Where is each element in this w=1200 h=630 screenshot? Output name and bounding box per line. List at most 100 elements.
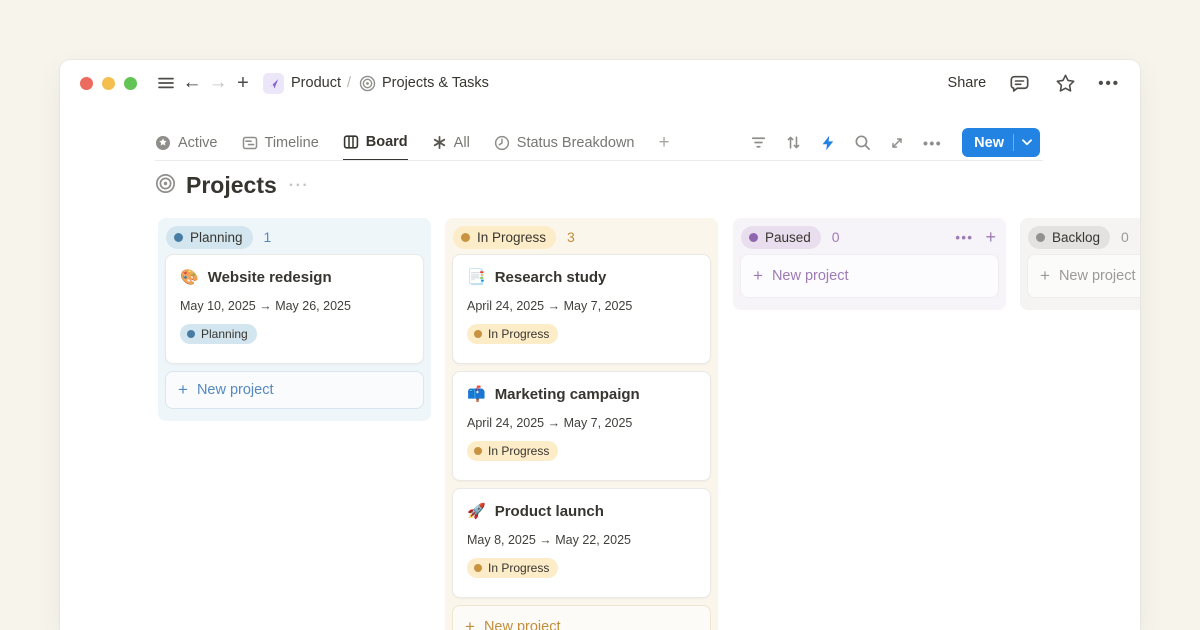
breadcrumb-page[interactable]: Projects & Tasks [382,75,489,91]
window-controls [80,77,137,90]
target-icon [155,173,176,199]
project-card[interactable]: 📑 Research study April 24, 2025 → May 7,… [452,254,711,364]
project-card[interactable]: 🎨 Website redesign May 10, 2025 → May 26… [165,254,424,364]
column-count: 0 [1121,229,1129,245]
status-dot [174,233,183,242]
tab-all[interactable]: All [432,124,470,161]
topbar-actions: Share ••• [948,70,1120,96]
card-title: Marketing campaign [495,386,640,403]
status-label: In Progress [488,561,549,575]
status-dot [474,447,482,455]
view-toolbar: ••• New [750,124,1040,161]
minimize-window-button[interactable] [102,77,115,90]
status-badge: Backlog [1028,226,1110,249]
kanban-board: Planning 1 🎨 Website redesign May 10, 20… [158,218,1140,630]
clock-icon [494,135,510,151]
mailbox-emoji-icon: 📫 [467,385,486,403]
chevron-down-icon[interactable] [1014,139,1040,146]
star-circle-icon [155,135,171,151]
tab-label: All [454,135,470,151]
new-project-label: New project [772,268,849,284]
new-project-button[interactable]: + New project [165,371,424,409]
column-planning: Planning 1 🎨 Website redesign May 10, 20… [158,218,431,421]
tab-active[interactable]: Active [155,124,218,161]
target-icon [359,75,376,92]
column-more-icon[interactable]: ••• [955,230,973,245]
new-project-label: New project [1059,268,1136,284]
back-button[interactable]: ← [179,72,205,94]
status-label: In Progress [488,327,549,341]
top-bar: ← → + Product / Projects & Tasks Share •… [60,60,1140,106]
tab-board[interactable]: Board [343,124,408,161]
expand-icon[interactable] [889,135,905,151]
status-dot [461,233,470,242]
automation-bolt-icon[interactable] [820,135,836,151]
status-label: In Progress [477,230,546,245]
column-header[interactable]: Paused 0 ••• + [733,218,1006,254]
project-card[interactable]: 📫 Marketing campaign April 24, 2025 → Ma… [452,371,711,481]
title-more-icon[interactable]: ··· [289,177,309,195]
new-project-button[interactable]: + New project [452,605,711,630]
share-button[interactable]: Share [948,75,987,91]
column-count: 1 [264,229,272,245]
filter-icon[interactable] [750,134,767,151]
card-title: Product launch [495,503,604,520]
column-add-icon[interactable]: + [985,227,996,248]
sidebar-toggle-icon[interactable] [153,70,179,96]
status-label: In Progress [488,444,549,458]
plus-icon: + [1040,266,1050,286]
status-dot [1036,233,1045,242]
more-options-icon[interactable]: ••• [1098,75,1120,92]
sort-icon[interactable] [785,134,802,151]
status-badge: Paused [741,226,821,249]
tab-label: Status Breakdown [517,135,635,151]
database-title-row: Projects ··· [155,172,309,199]
new-project-button[interactable]: + New project [1027,254,1140,298]
search-icon[interactable] [854,134,871,151]
page-title: Projects [186,172,277,199]
bookmark-tabs-emoji-icon: 📑 [467,268,486,286]
view-options-icon[interactable]: ••• [923,135,942,151]
column-in-progress: In Progress 3 📑 Research study April 24,… [445,218,718,630]
view-tabs: Active Timeline Board All Status Breakdo… [155,124,670,161]
tab-label: Active [178,135,218,151]
card-title: Website redesign [208,269,332,286]
board-icon [343,134,359,150]
status-badge: In Progress [467,558,558,578]
new-button[interactable]: New [962,128,1040,157]
card-title: Research study [495,269,607,286]
new-project-label: New project [484,619,561,630]
rocket-emoji-icon: 🚀 [467,502,486,520]
column-header[interactable]: Planning 1 [158,218,431,254]
card-dates: May 8, 2025 → May 22, 2025 [467,533,696,547]
product-workspace-icon [263,73,284,94]
status-dot [749,233,758,242]
comments-icon[interactable] [1006,70,1032,96]
timeline-icon [242,135,258,151]
add-view-button[interactable]: + [658,132,669,154]
close-window-button[interactable] [80,77,93,90]
tab-label: Timeline [265,135,319,151]
palette-emoji-icon: 🎨 [180,268,199,286]
project-card[interactable]: 🚀 Product launch May 8, 2025 → May 22, 2… [452,488,711,598]
zoom-window-button[interactable] [124,77,137,90]
breadcrumb-workspace[interactable]: Product [291,75,341,91]
new-project-button[interactable]: + New project [740,254,999,298]
new-project-label: New project [197,382,274,398]
column-header[interactable]: In Progress 3 [445,218,718,254]
column-header[interactable]: Backlog 0 [1020,218,1140,254]
status-dot [474,564,482,572]
new-tab-button[interactable]: + [231,72,255,95]
tab-status-breakdown[interactable]: Status Breakdown [494,124,635,161]
tab-timeline[interactable]: Timeline [242,124,319,161]
column-paused: Paused 0 ••• + + New project [733,218,1006,310]
card-dates: May 10, 2025 → May 26, 2025 [180,299,409,313]
status-label: Planning [190,230,243,245]
status-badge: Planning [180,324,257,344]
favorite-star-icon[interactable] [1052,70,1078,96]
status-label: Backlog [1052,230,1100,245]
card-dates: April 24, 2025 → May 7, 2025 [467,416,696,430]
forward-button[interactable]: → [205,72,231,94]
asterisk-icon [432,135,447,150]
status-dot [474,330,482,338]
